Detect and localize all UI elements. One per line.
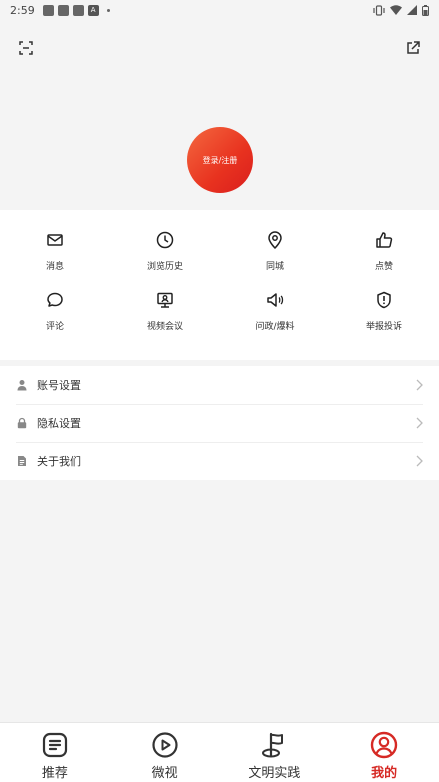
thumbs-up-icon [376, 232, 393, 248]
bottom-tab-bar: 推荐 微视 文明实践 我的 [0, 722, 439, 782]
login-register-button[interactable]: 登录/注册 [187, 127, 253, 193]
grid-item-label: 消息 [45, 262, 64, 272]
notification-icon [72, 4, 84, 16]
mail-icon [47, 234, 63, 246]
notification-badge-icon: A [87, 4, 99, 16]
report-shield-icon [377, 291, 391, 309]
grid-item-label: 举报投诉 [365, 322, 402, 332]
grid-item-report-news[interactable]: 问政/爆料 [220, 290, 330, 342]
grid-item-label: 视频会议 [146, 322, 183, 332]
list-item-privacy-settings[interactable]: 隐私设置 [0, 404, 439, 442]
user-circle-icon [370, 731, 398, 759]
grid-item-label: 浏览历史 [146, 262, 183, 272]
vibrate-icon [373, 4, 385, 16]
document-icon [18, 456, 26, 466]
tab-micro-video[interactable]: 微视 [110, 723, 220, 782]
share-icon[interactable] [403, 38, 423, 58]
lock-icon [17, 417, 27, 429]
status-time: 2:59 [10, 3, 35, 17]
grid-item-comments[interactable]: 评论 [0, 290, 110, 342]
list-item-label: 隐私设置 [37, 417, 81, 430]
chevron-right-icon [416, 379, 423, 391]
list-item-label: 账号设置 [37, 379, 81, 392]
grid-item-history[interactable]: 浏览历史 [110, 230, 220, 282]
tab-civilization-practice[interactable]: 文明实践 [220, 723, 330, 782]
chevron-right-icon [416, 455, 423, 467]
notification-icon [57, 4, 69, 16]
feature-grid: 消息 浏览历史 同城 点赞 评论 视频会议 问政/爆料 举报投诉 [0, 210, 439, 360]
video-conference-icon [157, 292, 173, 308]
tab-recommend[interactable]: 推荐 [0, 723, 110, 782]
comment-icon [47, 292, 63, 307]
chevron-right-icon [416, 417, 423, 429]
grid-item-label: 点赞 [374, 262, 393, 272]
grid-item-complaints[interactable]: 举报投诉 [329, 290, 439, 342]
more-notifications-dot [106, 8, 110, 12]
tab-label: 推荐 [41, 766, 68, 781]
status-bar: 2:59 A [0, 0, 439, 20]
settings-list: 账号设置 隐私设置 关于我们 [0, 366, 439, 480]
grid-item-local[interactable]: 同城 [220, 230, 330, 282]
list-item-about-us[interactable]: 关于我们 [0, 442, 439, 480]
signal-icon [407, 5, 417, 15]
battery-icon [422, 4, 429, 16]
notification-icon [42, 4, 54, 16]
grid-item-messages[interactable]: 消息 [0, 230, 110, 282]
grid-item-video-conference[interactable]: 视频会议 [110, 290, 220, 342]
grid-item-likes[interactable]: 点赞 [329, 230, 439, 282]
grid-item-label: 评论 [45, 322, 64, 332]
tab-mine[interactable]: 我的 [329, 723, 439, 782]
tab-label: 我的 [371, 766, 398, 781]
login-register-label: 登录/注册 [202, 155, 238, 165]
play-circle-icon [152, 732, 178, 758]
tab-label: 微视 [151, 766, 178, 781]
megaphone-icon [267, 293, 284, 307]
flag-icon [262, 732, 284, 758]
scan-icon[interactable] [16, 38, 36, 58]
wifi-icon [390, 5, 402, 15]
clock-icon [156, 231, 174, 249]
user-icon [17, 380, 27, 391]
location-pin-icon [268, 231, 282, 250]
profile-header: 登录/注册 [0, 20, 439, 210]
grid-item-label: 问政/爆料 [255, 322, 295, 332]
list-doc-icon [42, 732, 67, 758]
grid-item-label: 同城 [265, 262, 284, 272]
tab-label: 文明实践 [248, 766, 301, 781]
list-item-label: 关于我们 [37, 455, 81, 468]
list-item-account-settings[interactable]: 账号设置 [0, 366, 439, 404]
